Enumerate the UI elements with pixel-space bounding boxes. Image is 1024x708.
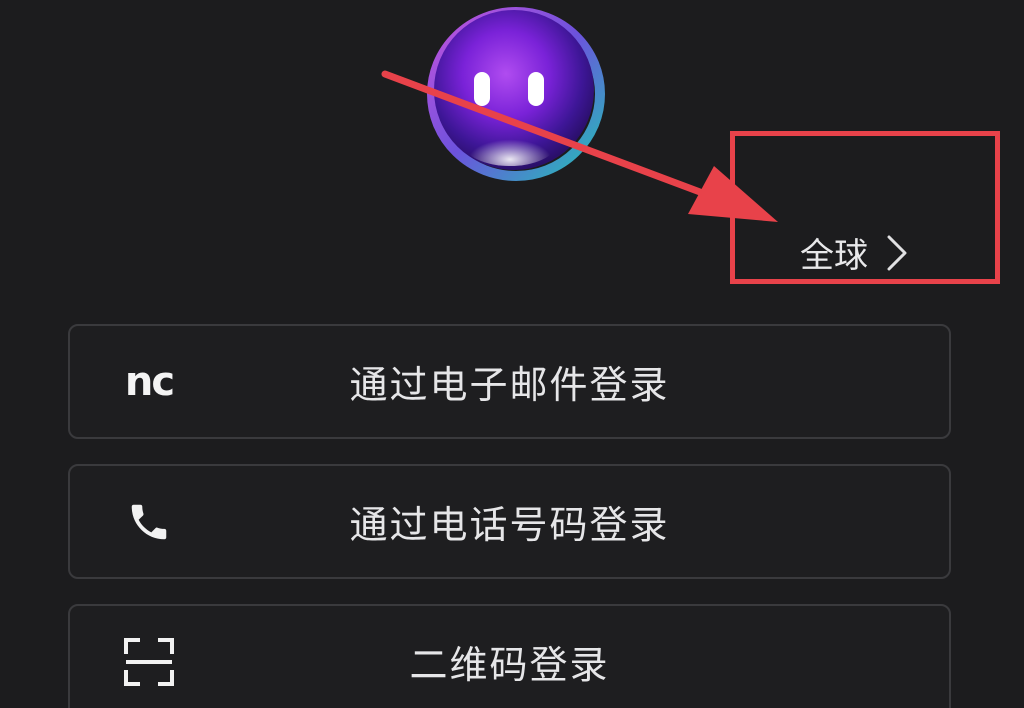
login-screen: 全球 nc 通过电子邮件登录 通过电话号码登录 二维码登录 [0, 0, 1024, 708]
nc-logo-icon: nc [124, 358, 175, 405]
qr-login-button[interactable]: 二维码登录 [68, 604, 951, 708]
qr-login-label: 二维码登录 [409, 643, 610, 687]
mascot-orb-icon [418, 4, 608, 184]
phone-login-label: 通过电话号码登录 [349, 503, 670, 547]
chevron-right-icon [884, 233, 910, 273]
email-login-label: 通过电子邮件登录 [349, 363, 670, 407]
region-selector[interactable]: 全球 [800, 228, 910, 277]
qr-scan-icon [120, 636, 178, 688]
region-label: 全球 [800, 236, 868, 276]
email-login-button[interactable]: nc 通过电子邮件登录 [68, 324, 951, 439]
phone-login-button[interactable]: 通过电话号码登录 [68, 464, 951, 579]
phone-icon [120, 496, 178, 548]
